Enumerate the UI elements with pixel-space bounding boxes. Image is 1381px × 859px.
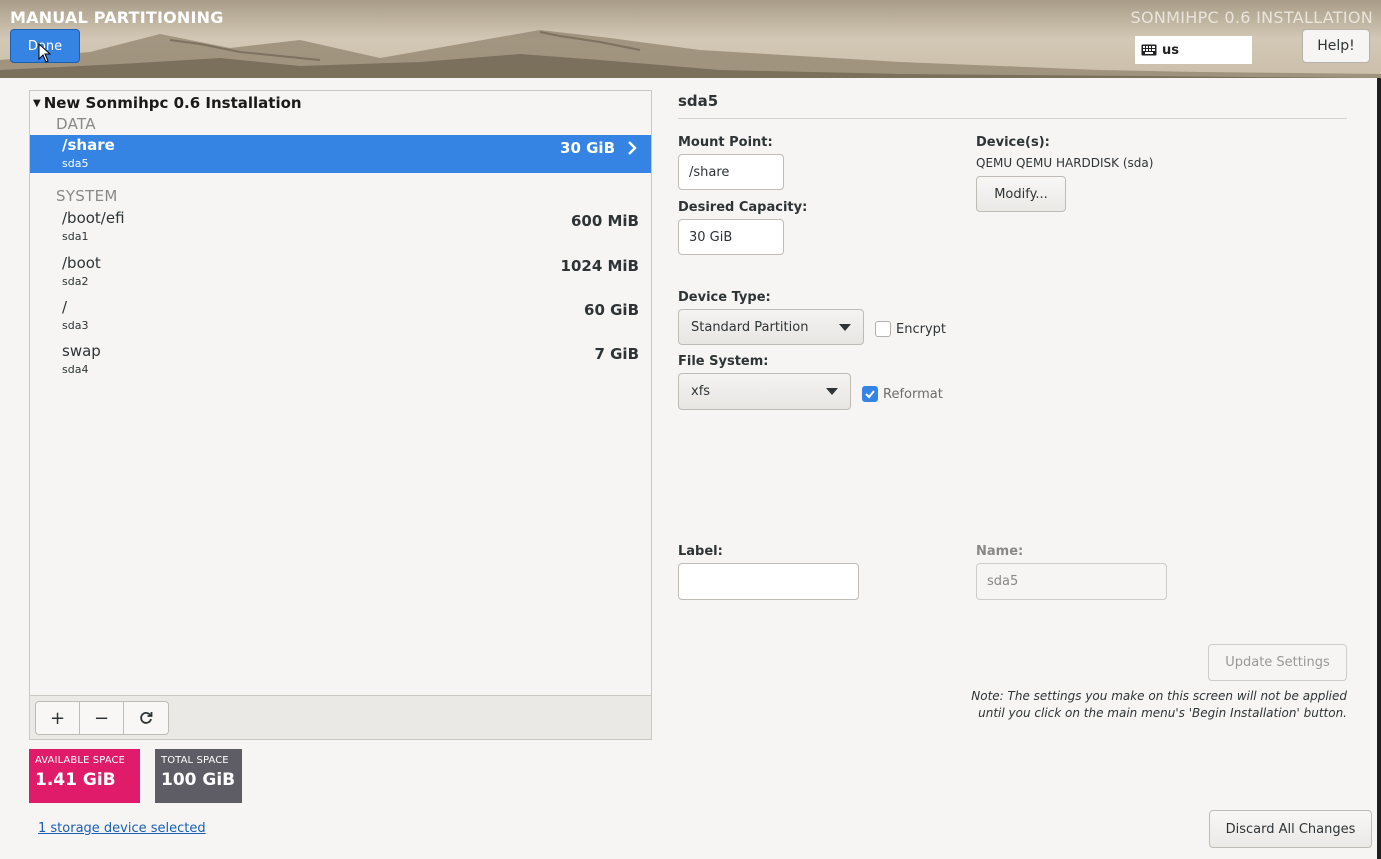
- partition-size: 600 MiB: [570, 212, 639, 230]
- partition-tree-panel: ▼ New Sonmihpc 0.6 Installation DATA /sh…: [29, 90, 652, 740]
- device-type-label: Device Type:: [678, 290, 771, 305]
- partition-device: sda1: [62, 230, 89, 243]
- help-button[interactable]: Help!: [1302, 29, 1370, 63]
- partition-button-group: + −: [35, 701, 169, 735]
- dropdown-arrow-icon: [839, 324, 851, 331]
- devices-value: QEMU QEMU HARDDISK (sda): [976, 156, 1154, 170]
- partition-row-boot[interactable]: /boot sda2 1024 MiB: [30, 253, 651, 291]
- partition-mount: /boot/efi: [62, 209, 125, 227]
- partition-size: 60 GiB: [584, 301, 639, 319]
- keyboard-icon: [1141, 44, 1157, 56]
- group-label-system: SYSTEM: [56, 187, 118, 205]
- partition-size: 7 GiB: [594, 345, 639, 363]
- partition-size: 1024 MiB: [560, 257, 639, 275]
- partition-mount: /boot: [62, 254, 101, 272]
- partition-device: sda5: [62, 157, 89, 170]
- discard-all-changes-button[interactable]: Discard All Changes: [1209, 810, 1372, 848]
- device-type-value: Standard Partition: [691, 319, 809, 335]
- partition-device: sda3: [62, 319, 89, 332]
- add-partition-button[interactable]: +: [36, 702, 80, 734]
- header-bar: MANUAL PARTITIONING SONMIHPC 0.6 INSTALL…: [0, 0, 1381, 78]
- remove-partition-button[interactable]: −: [80, 702, 124, 734]
- name-input: sda5: [976, 563, 1167, 600]
- partition-toolbar: + −: [30, 695, 651, 739]
- expander-down-icon[interactable]: ▼: [33, 98, 41, 109]
- label-input[interactable]: [678, 563, 859, 600]
- details-separator: [678, 118, 1347, 119]
- mount-point-input[interactable]: /share: [678, 154, 784, 190]
- settings-note: Note: The settings you make on this scre…: [971, 689, 1347, 720]
- file-system-label: File System:: [678, 354, 769, 369]
- installation-root-label: New Sonmihpc 0.6 Installation: [43, 94, 302, 112]
- partition-mount: /share: [62, 136, 115, 154]
- available-space-label: AVAILABLE SPACE: [35, 755, 125, 766]
- storage-devices-link[interactable]: 1 storage device selected: [38, 821, 206, 836]
- partition-row-root[interactable]: / sda3 60 GiB: [30, 297, 651, 335]
- desired-capacity-label: Desired Capacity:: [678, 200, 808, 215]
- total-space-label: TOTAL SPACE: [161, 755, 229, 766]
- partition-size: 30 GiB: [560, 139, 615, 157]
- keyboard-layout-indicator[interactable]: us: [1135, 36, 1252, 64]
- mouse-cursor-icon: [38, 43, 52, 63]
- partition-row-share[interactable]: /share sda5 30 GiB: [30, 135, 651, 173]
- partition-row-boot-efi[interactable]: /boot/efi sda1 600 MiB: [30, 208, 651, 246]
- refresh-button[interactable]: [124, 702, 168, 734]
- reformat-checkbox[interactable]: Reformat: [862, 386, 943, 402]
- file-system-value: xfs: [691, 384, 711, 399]
- update-settings-button: Update Settings: [1208, 644, 1347, 681]
- partition-mount: /: [62, 298, 68, 316]
- encrypt-label: Encrypt: [896, 321, 946, 337]
- page-title: MANUAL PARTITIONING: [10, 8, 224, 27]
- reformat-checkbox-box[interactable]: [862, 386, 878, 402]
- mount-point-label: Mount Point:: [678, 135, 773, 150]
- product-title: SONMIHPC 0.6 INSTALLATION: [1130, 8, 1373, 27]
- total-space-box: TOTAL SPACE 100 GiB: [155, 749, 242, 803]
- file-system-dropdown[interactable]: xfs: [678, 373, 851, 410]
- refresh-icon: [140, 712, 153, 724]
- chevron-right-icon: [628, 141, 637, 155]
- label-field-label: Label:: [678, 544, 723, 559]
- modify-button[interactable]: Modify...: [976, 176, 1066, 212]
- device-type-dropdown[interactable]: Standard Partition: [678, 309, 864, 345]
- total-space-value: 100 GiB: [161, 770, 236, 790]
- partition-row-swap[interactable]: swap sda4 7 GiB: [30, 341, 651, 379]
- partition-mount: swap: [62, 342, 101, 360]
- name-field-label: Name:: [976, 544, 1024, 559]
- checkmark-icon: [865, 390, 875, 399]
- partition-details-title: sda5: [678, 92, 719, 110]
- installation-root-node[interactable]: ▼ New Sonmihpc 0.6 Installation: [33, 94, 302, 112]
- available-space-value: 1.41 GiB: [35, 770, 116, 790]
- encrypt-checkbox[interactable]: Encrypt: [875, 321, 946, 337]
- devices-label: Device(s):: [976, 135, 1050, 150]
- dropdown-arrow-icon: [826, 388, 838, 395]
- reformat-label: Reformat: [883, 386, 943, 402]
- group-label-data: DATA: [56, 115, 96, 133]
- window-edge: [1377, 78, 1381, 859]
- partition-device: sda4: [62, 363, 89, 376]
- available-space-box: AVAILABLE SPACE 1.41 GiB: [29, 749, 140, 803]
- desired-capacity-input[interactable]: 30 GiB: [678, 219, 784, 255]
- installer-window: MANUAL PARTITIONING SONMIHPC 0.6 INSTALL…: [0, 0, 1381, 859]
- keyboard-layout-label: us: [1162, 42, 1179, 58]
- encrypt-checkbox-box[interactable]: [875, 321, 891, 337]
- partition-device: sda2: [62, 275, 89, 288]
